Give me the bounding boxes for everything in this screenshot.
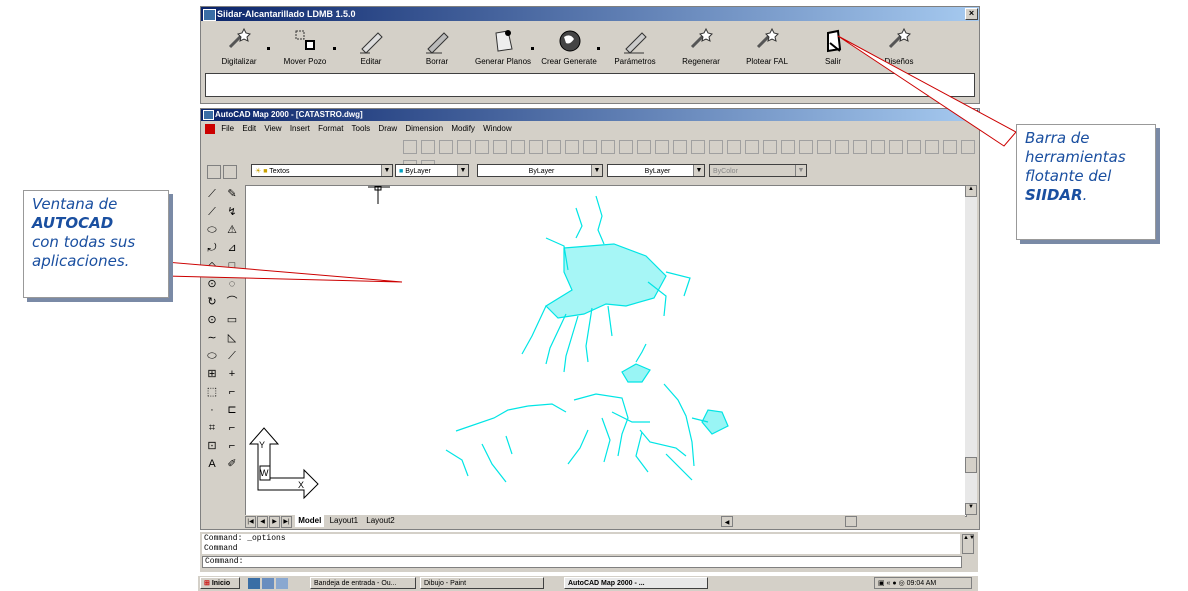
callout-right-line3: flotante del xyxy=(1025,167,1112,185)
callout-autocad-window: Ventana de AUTOCAD con todas sus aplicac… xyxy=(23,190,169,298)
callout-right-line2: herramientas xyxy=(1025,148,1126,166)
callout-left-line1: Ventana de xyxy=(32,195,118,213)
callout-right-line1: Barra de xyxy=(1025,129,1090,147)
callout-left-line2: AUTOCAD xyxy=(32,214,114,232)
callout-arrows xyxy=(165,35,1017,283)
callout-siidar-toolbar: Barra de herramientas flotante del SIIDA… xyxy=(1016,124,1156,240)
callout-right-line4: SIIDAR xyxy=(1025,186,1083,204)
callout-left-line3: con todas sus xyxy=(32,233,136,251)
callout-right-period: . xyxy=(1082,186,1088,204)
callout-left-line4: aplicaciones. xyxy=(32,252,130,270)
